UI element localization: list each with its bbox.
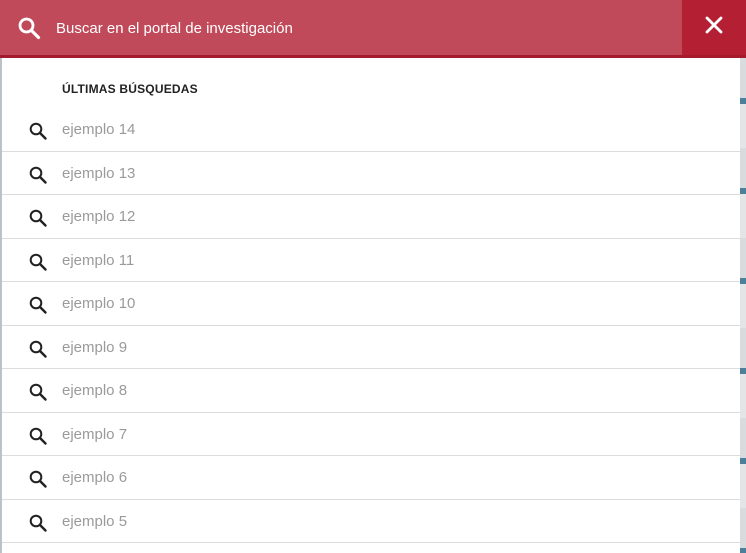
recent-search-label: ejemplo 14 [62, 121, 136, 138]
recent-search-item[interactable]: ejemplo 7 [2, 413, 740, 456]
search-icon [28, 426, 48, 446]
recent-search-label: ejemplo 9 [62, 338, 128, 356]
recent-search-label: ejemplo 13 [62, 164, 136, 182]
close-icon [705, 16, 723, 39]
search-icon [28, 382, 48, 402]
page-backdrop-edge [740, 58, 746, 553]
recent-search-label: ejemplo 11 [62, 251, 135, 269]
recent-search-item[interactable]: ejemplo 11 [2, 239, 740, 282]
search-icon [28, 339, 48, 359]
recent-search-item[interactable]: ejemplo 12 [2, 195, 740, 239]
recent-search-item[interactable]: ejemplo 8 [2, 369, 740, 413]
recent-search-label: ejemplo 10 [62, 295, 136, 312]
close-search-button[interactable] [682, 0, 746, 55]
search-icon [28, 165, 48, 185]
recent-search-item[interactable]: ejemplo 10 [2, 282, 740, 326]
recent-search-label: ejemplo 6 [62, 469, 128, 486]
search-icon [28, 121, 48, 141]
recent-search-label: ejemplo 12 [62, 208, 136, 225]
recent-searches-list: ejemplo 14 ejemplo 13 ejemplo 12 ejemplo… [2, 108, 740, 543]
recent-search-item[interactable]: ejemplo 14 [2, 108, 740, 152]
search-icon [28, 513, 48, 533]
recent-search-item[interactable]: ejemplo 9 [2, 326, 740, 369]
search-icon [28, 252, 48, 272]
recent-search-label: ejemplo 5 [62, 512, 128, 530]
recent-search-label: ejemplo 8 [62, 382, 128, 399]
search-icon [28, 469, 48, 489]
recent-searches-title: ÚLTIMAS BÚSQUEDAS [62, 82, 198, 96]
search-bar [0, 0, 746, 58]
recent-search-item[interactable]: ejemplo 6 [2, 456, 740, 500]
recent-search-item[interactable]: ejemplo 5 [2, 500, 740, 543]
search-icon [28, 208, 48, 228]
search-icon [28, 295, 48, 315]
recent-search-label: ejemplo 7 [62, 425, 128, 443]
search-icon[interactable] [17, 16, 41, 40]
search-input[interactable] [56, 14, 656, 42]
search-field[interactable] [0, 0, 682, 55]
recent-search-item[interactable]: ejemplo 13 [2, 152, 740, 195]
recent-searches-panel: ÚLTIMAS BÚSQUEDAS ejemplo 14 ejemplo 13 … [2, 58, 740, 553]
